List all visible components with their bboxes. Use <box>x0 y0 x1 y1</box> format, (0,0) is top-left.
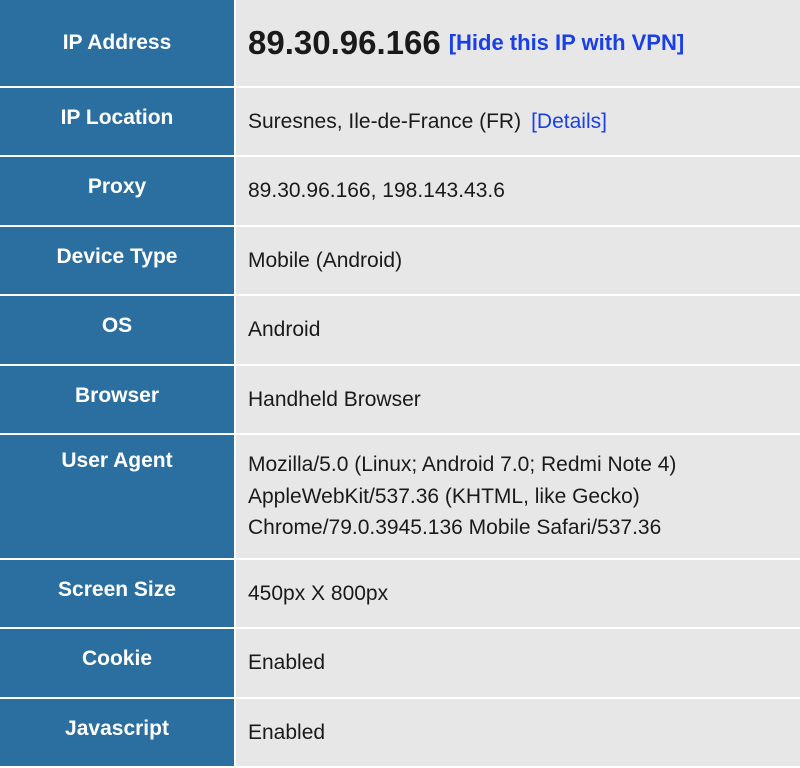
row-screen-size: Screen Size 450px X 800px <box>0 560 800 630</box>
value-ip-address: 89.30.96.166 [Hide this IP with VPN] <box>236 0 800 86</box>
row-ip-address: IP Address 89.30.96.166 [Hide this IP wi… <box>0 0 800 88</box>
value-screen-size: 450px X 800px <box>236 560 800 628</box>
value-ip-location: Suresnes, Ile-de-France (FR) [Details] <box>236 88 800 156</box>
row-proxy: Proxy 89.30.96.166, 198.143.43.6 <box>0 157 800 227</box>
value-device-type: Mobile (Android) <box>236 227 800 295</box>
value-os: Android <box>236 296 800 364</box>
label-device-type: Device Type <box>0 227 236 295</box>
ip-address-text: 89.30.96.166 <box>248 18 441 68</box>
row-ip-location: IP Location Suresnes, Ile-de-France (FR)… <box>0 88 800 158</box>
label-proxy: Proxy <box>0 157 236 225</box>
device-type-text: Mobile (Android) <box>248 245 402 277</box>
label-cookie: Cookie <box>0 629 236 697</box>
javascript-text: Enabled <box>248 717 325 749</box>
value-user-agent: Mozilla/5.0 (Linux; Android 7.0; Redmi N… <box>236 435 800 558</box>
browser-text: Handheld Browser <box>248 384 421 416</box>
ip-location-text: Suresnes, Ile-de-France (FR) <box>248 106 521 138</box>
label-ip-location: IP Location <box>0 88 236 156</box>
label-browser: Browser <box>0 366 236 434</box>
row-user-agent: User Agent Mozilla/5.0 (Linux; Android 7… <box>0 435 800 560</box>
value-cookie: Enabled <box>236 629 800 697</box>
user-agent-text: Mozilla/5.0 (Linux; Android 7.0; Redmi N… <box>248 453 676 539</box>
row-javascript: Javascript Enabled <box>0 699 800 768</box>
details-link[interactable]: [Details] <box>531 106 607 138</box>
cookie-text: Enabled <box>248 647 325 679</box>
screen-size-text: 450px X 800px <box>248 578 388 610</box>
row-os: OS Android <box>0 296 800 366</box>
row-cookie: Cookie Enabled <box>0 629 800 699</box>
ip-info-table: IP Address 89.30.96.166 [Hide this IP wi… <box>0 0 800 768</box>
label-user-agent: User Agent <box>0 435 236 558</box>
proxy-text: 89.30.96.166, 198.143.43.6 <box>248 175 505 207</box>
label-javascript: Javascript <box>0 699 236 767</box>
label-ip-address: IP Address <box>0 0 236 86</box>
hide-ip-vpn-link[interactable]: [Hide this IP with VPN] <box>449 26 685 59</box>
value-javascript: Enabled <box>236 699 800 767</box>
row-device-type: Device Type Mobile (Android) <box>0 227 800 297</box>
value-proxy: 89.30.96.166, 198.143.43.6 <box>236 157 800 225</box>
row-browser: Browser Handheld Browser <box>0 366 800 436</box>
value-browser: Handheld Browser <box>236 366 800 434</box>
label-os: OS <box>0 296 236 364</box>
os-text: Android <box>248 314 320 346</box>
label-screen-size: Screen Size <box>0 560 236 628</box>
